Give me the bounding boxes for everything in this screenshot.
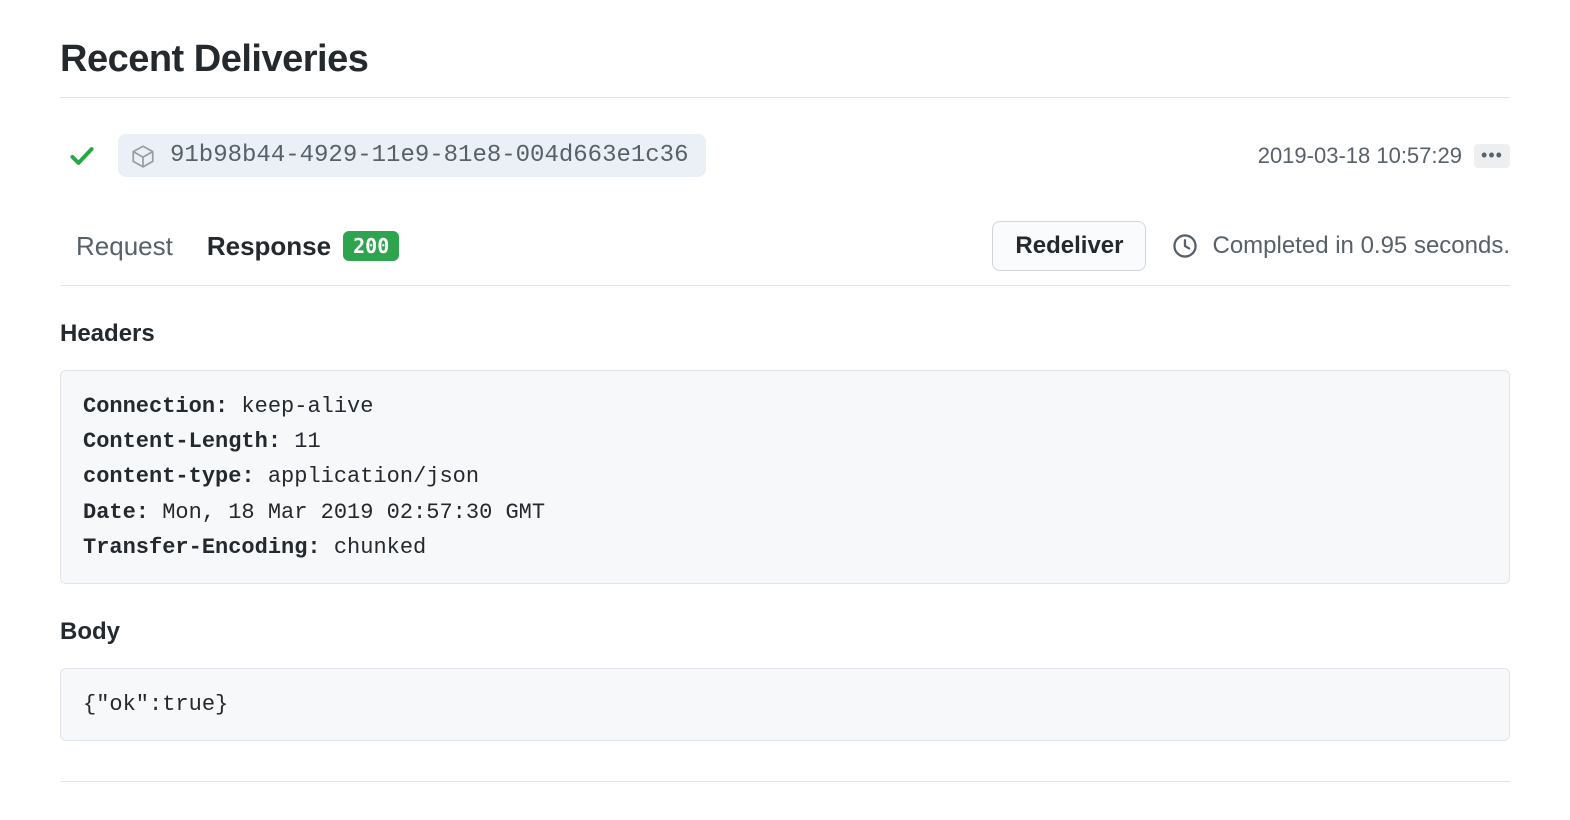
delivery-id: 91b98b44-4929-11e9-81e8-004d663e1c36 bbox=[170, 142, 688, 169]
status-badge: 200 bbox=[343, 231, 399, 261]
page-title: Recent Deliveries bbox=[60, 38, 1510, 81]
more-actions-button[interactable]: ••• bbox=[1474, 144, 1510, 168]
completed-info: Completed in 0.95 seconds. bbox=[1172, 232, 1510, 260]
check-icon bbox=[68, 142, 96, 170]
delivery-chip[interactable]: 91b98b44-4929-11e9-81e8-004d663e1c36 bbox=[118, 134, 706, 177]
header-key: Date: bbox=[83, 500, 149, 525]
tab-response-label: Response bbox=[207, 231, 331, 262]
header-key: Connection: bbox=[83, 394, 228, 419]
header-value: Mon, 18 Mar 2019 02:57:30 GMT bbox=[149, 500, 545, 525]
header-key: Content-Length: bbox=[83, 429, 281, 454]
completed-text: Completed in 0.95 seconds. bbox=[1212, 232, 1510, 260]
tab-response[interactable]: Response 200 bbox=[207, 231, 399, 262]
tabs-row: Request Response 200 Redeliver Completed… bbox=[60, 195, 1510, 286]
header-value: application/json bbox=[255, 464, 479, 489]
clock-icon bbox=[1172, 233, 1198, 259]
header-value: 11 bbox=[281, 429, 321, 454]
header-key: Transfer-Encoding: bbox=[83, 535, 321, 560]
headers-box: Connection: keep-alive Content-Length: 1… bbox=[60, 370, 1510, 584]
redeliver-button[interactable]: Redeliver bbox=[992, 221, 1146, 271]
header-value: keep-alive bbox=[228, 394, 373, 419]
divider-bottom bbox=[60, 781, 1510, 782]
tabs-right: Redeliver Completed in 0.95 seconds. bbox=[992, 221, 1510, 271]
package-icon bbox=[130, 143, 156, 169]
header-key: content-type: bbox=[83, 464, 255, 489]
body-heading: Body bbox=[60, 618, 1510, 646]
body-box: {"ok":true} bbox=[60, 668, 1510, 741]
delivery-timestamp: 2019-03-18 10:57:29 bbox=[1258, 143, 1462, 169]
delivery-row: 91b98b44-4929-11e9-81e8-004d663e1c36 201… bbox=[60, 98, 1510, 195]
header-value: chunked bbox=[321, 535, 427, 560]
headers-heading: Headers bbox=[60, 320, 1510, 348]
delivery-meta: 2019-03-18 10:57:29 ••• bbox=[1258, 143, 1510, 169]
tab-request[interactable]: Request bbox=[60, 231, 173, 262]
